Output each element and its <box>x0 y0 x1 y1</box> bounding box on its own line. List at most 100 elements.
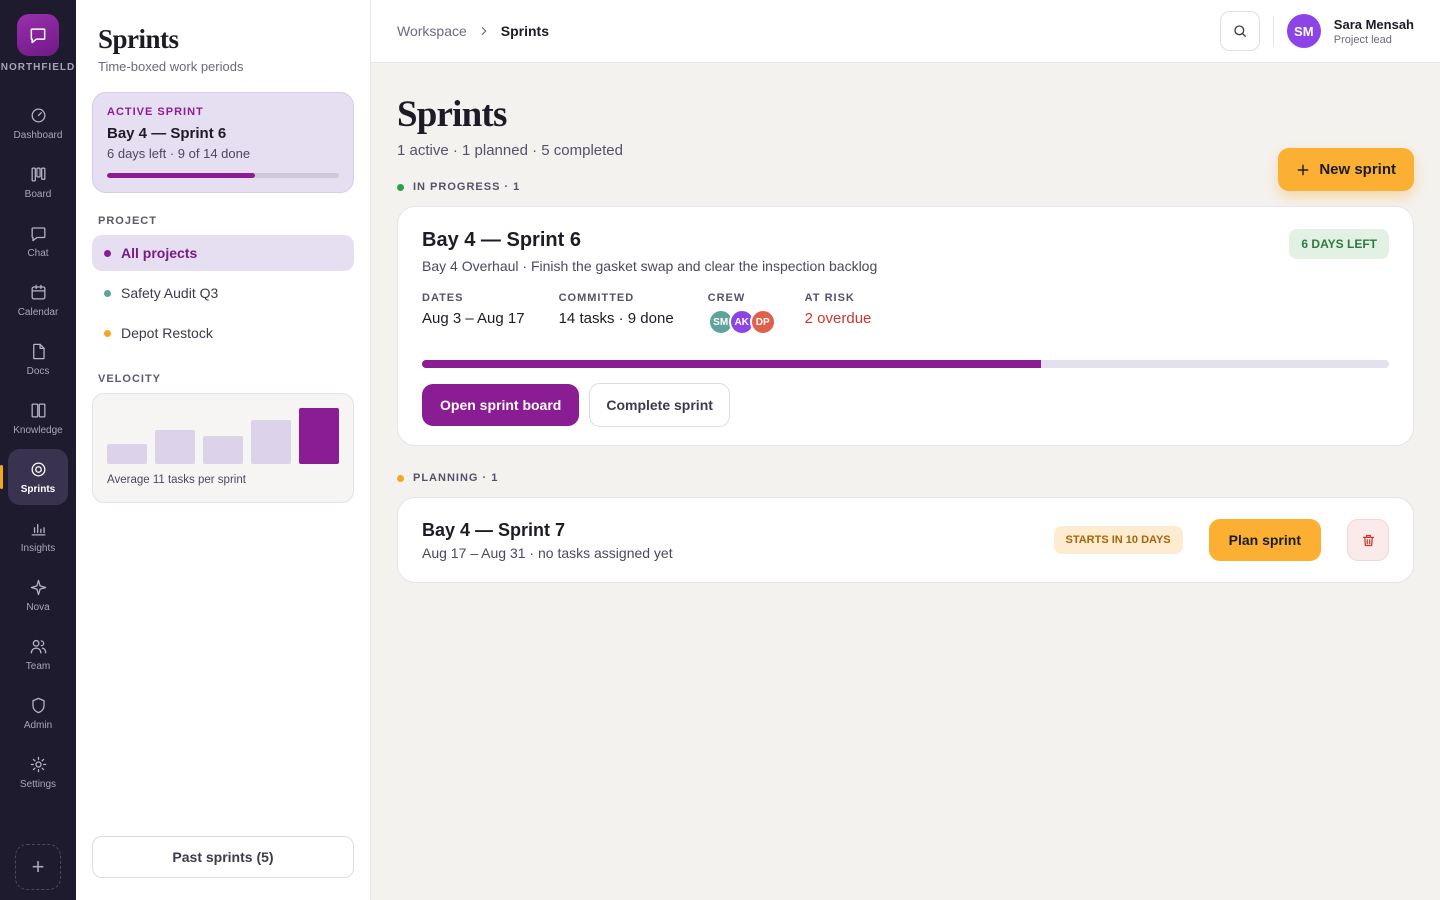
gear-icon <box>30 756 46 772</box>
planned-sprint-info: Bay 4 — Sprint 7 Aug 17 – Aug 31 · no ta… <box>422 520 673 561</box>
in-progress-label: IN PROGRESS · 1 <box>413 181 521 193</box>
past-sprints-button[interactable]: Past sprints (5) <box>92 836 354 878</box>
stat-label: DATES <box>422 292 464 304</box>
sprints-sidebar: Sprints Time-boxed work periods ACTIVE S… <box>76 0 371 900</box>
user-avatar[interactable]: SM <box>1286 14 1321 48</box>
page-title: Sprints <box>397 94 507 135</box>
breadcrumb-current: Sprints <box>500 23 550 39</box>
complete-sprint-button[interactable]: Complete sprint <box>589 383 730 427</box>
sprint-name: Bay 4 — Sprint 7 <box>422 519 566 540</box>
nova-icon <box>30 579 46 595</box>
rail-item-label: Knowledge <box>13 424 63 436</box>
brand-logo[interactable] <box>17 14 59 56</box>
active-sprint-progress <box>107 173 339 178</box>
project-list: All projects Safety Audit Q3 Depot Resto… <box>92 235 354 351</box>
brand-name: NORTHFIELD <box>0 62 76 73</box>
rail-item-settings[interactable]: Settings <box>8 744 68 800</box>
active-sprint-name: Bay 4 — Sprint 6 <box>107 125 227 142</box>
plan-sprint-button[interactable]: Plan sprint <box>1208 519 1321 561</box>
chevron-right-icon <box>481 26 487 36</box>
rail-item-chat[interactable]: Chat <box>8 213 68 269</box>
trash-icon <box>1362 534 1374 546</box>
rail-item-label: Calendar <box>17 306 59 318</box>
rail-item-label: Nova <box>26 601 50 613</box>
starts-in-badge: STARTS IN 10 DAYS <box>1053 526 1183 554</box>
rail-item-docs[interactable]: Docs <box>8 331 68 387</box>
user-info[interactable]: Sara Mensah Project lead <box>1334 17 1414 46</box>
breadcrumb-workspace[interactable]: Workspace <box>397 23 467 39</box>
rail-item-knowledge[interactable]: Knowledge <box>8 390 68 446</box>
rail-item-board[interactable]: Board <box>8 154 68 210</box>
velocity-bar <box>299 408 339 464</box>
stat-dates: DATES Aug 3 – Aug 17 <box>422 292 525 335</box>
shield-icon <box>31 697 45 713</box>
rail-item-label: Board <box>24 188 52 200</box>
chat-icon <box>31 226 45 241</box>
divider <box>1272 16 1274 46</box>
rail-item-label: Dashboard <box>13 129 63 141</box>
rail-item-admin[interactable]: Admin <box>8 685 68 741</box>
velocity-heading: VELOCITY <box>98 373 162 385</box>
board-icon <box>31 167 45 181</box>
active-sprint-label: ACTIVE SPRINT <box>107 106 204 118</box>
team-icon <box>30 639 46 653</box>
in-progress-heading: IN PROGRESS · 1 <box>397 181 1414 193</box>
project-dot <box>104 289 111 297</box>
add-workspace-button[interactable]: + <box>15 844 61 890</box>
sprint-actions: Open sprint board Complete sprint <box>422 383 1389 427</box>
stat-value: 2 overdue <box>804 310 872 327</box>
stat-crew: CREW SM AK DP <box>707 292 776 335</box>
dashboard-icon <box>31 108 45 122</box>
stat-label: AT RISK <box>804 292 855 304</box>
search-icon <box>1234 25 1246 37</box>
rail-item-label: Chat <box>27 247 49 259</box>
sprint-meta: Aug 17 – Aug 31 · no tasks assigned yet <box>422 544 673 561</box>
delete-sprint-button[interactable] <box>1347 519 1389 561</box>
rail-item-nova[interactable]: Nova <box>8 567 68 623</box>
active-sprint-detail-card: Bay 4 — Sprint 6 Bay 4 Overhaul · Finish… <box>397 206 1414 446</box>
planning-heading: PLANNING · 1 <box>397 472 1414 484</box>
rail-item-insights[interactable]: Insights <box>8 508 68 564</box>
stat-at-risk: AT RISK 2 overdue <box>805 292 872 335</box>
sprint-description: Bay 4 Overhaul · Finish the gasket swap … <box>422 258 878 274</box>
stat-label: COMMITTED <box>558 292 635 304</box>
project-item-all[interactable]: All projects <box>92 235 354 271</box>
rail-item-calendar[interactable]: Calendar <box>8 272 68 328</box>
status-dot <box>397 474 404 482</box>
app-root: NORTHFIELD Dashboard Board Chat Calendar… <box>0 0 1440 900</box>
docs-icon <box>32 343 45 359</box>
project-item-safety-audit[interactable]: Safety Audit Q3 <box>92 275 354 311</box>
rail-item-dashboard[interactable]: Dashboard <box>8 95 68 151</box>
content: Sprints 1 active · 1 planned · 5 complet… <box>371 93 1440 583</box>
active-marker <box>0 465 3 489</box>
open-sprint-board-button[interactable]: Open sprint board <box>422 384 580 426</box>
rail-item-label: Admin <box>23 719 53 731</box>
plus-icon <box>1297 164 1309 175</box>
stat-value: Aug 3 – Aug 17 <box>422 310 525 327</box>
breadcrumb: Workspace Sprints <box>397 23 549 39</box>
crew-avatar[interactable]: DP <box>749 309 776 335</box>
velocity-bar <box>203 436 243 464</box>
user-name: Sara Mensah <box>1333 16 1414 32</box>
planning-label: PLANNING · 1 <box>413 472 499 484</box>
active-sprint-card[interactable]: ACTIVE SPRINT Bay 4 — Sprint 6 6 days le… <box>92 92 354 193</box>
stat-value: 14 tasks · 9 done <box>558 310 674 327</box>
new-sprint-label: New sprint <box>1319 161 1396 178</box>
rail-item-sprints[interactable]: Sprints <box>0 449 68 505</box>
sprint-stats: DATES Aug 3 – Aug 17 COMMITTED 14 tasks … <box>422 292 1389 335</box>
project-label: All projects <box>121 245 198 261</box>
rail-item-label: Insights <box>20 542 56 554</box>
project-item-depot-restock[interactable]: Depot Restock <box>92 315 354 351</box>
insights-icon <box>31 523 45 535</box>
topbar: Workspace Sprints SM Sara Mensah Project… <box>371 0 1440 63</box>
velocity-bar <box>155 430 195 464</box>
knowledge-icon <box>31 403 45 417</box>
search-button[interactable] <box>1219 11 1260 51</box>
new-sprint-button[interactable]: New sprint <box>1278 148 1414 191</box>
planned-sprint-card: Bay 4 — Sprint 7 Aug 17 – Aug 31 · no ta… <box>397 497 1414 583</box>
velocity-caption: Average 11 tasks per sprint <box>107 474 246 486</box>
rail-item-label: Settings <box>19 778 57 790</box>
project-label: Depot Restock <box>121 325 213 341</box>
rail-item-team[interactable]: Team <box>8 626 68 682</box>
status-dot <box>397 183 404 191</box>
